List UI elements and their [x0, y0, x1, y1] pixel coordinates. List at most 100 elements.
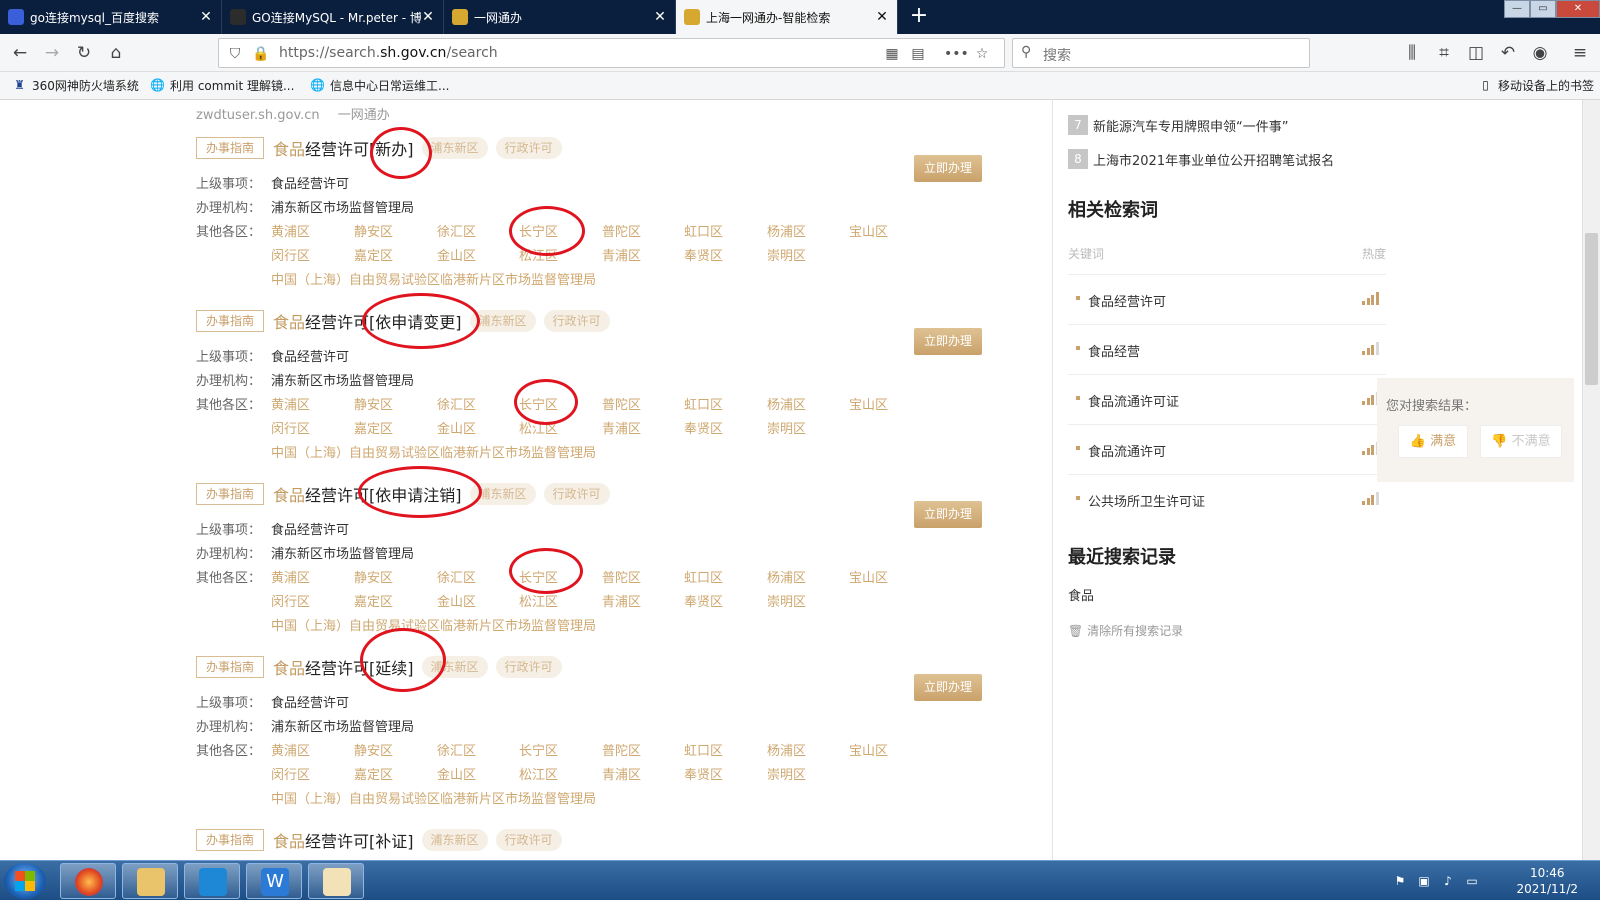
district-link[interactable]: 青浦区 [602, 591, 641, 610]
district-link[interactable]: 奉贤区 [684, 764, 723, 783]
bookmark-ops[interactable]: 🌐 信息中心日常运维工... [310, 77, 449, 94]
new-tab-button[interactable]: + [906, 4, 932, 30]
bookmark-firewall[interactable]: ♜ 360网神防火墙系统 [12, 77, 139, 94]
bookmark-star-icon[interactable]: ☆ [972, 44, 992, 64]
district-link-ftz[interactable]: 中国（上海）自由贸易试验区临港新片区市场监督管理局 [271, 788, 596, 807]
forward-icon[interactable]: → [40, 41, 64, 65]
district-link[interactable]: 徐汇区 [437, 567, 476, 586]
district-link[interactable]: 普陀区 [602, 740, 641, 759]
district-link[interactable]: 宝山区 [849, 740, 888, 759]
district-link[interactable]: 闵行区 [271, 764, 310, 783]
network-icon[interactable]: ▣ [1416, 873, 1432, 889]
district-link[interactable]: 虹口区 [684, 567, 723, 586]
address-bar[interactable]: ⛉ 🔒 https://search.sh.gov.cn/search ▦ ▤ … [218, 38, 1005, 68]
district-link[interactable]: 黄浦区 [271, 740, 310, 759]
taskbar-vscode[interactable] [184, 863, 240, 899]
district-link[interactable]: 崇明区 [767, 418, 806, 437]
district-link[interactable]: 徐汇区 [437, 740, 476, 759]
system-clock[interactable]: 10:46 2021/11/2 [1516, 865, 1578, 897]
related-term-row[interactable]: 食品经营 [1068, 324, 1386, 374]
tab-smart-search[interactable]: 上海一网通办-智能检索 ✕ [676, 0, 898, 34]
district-link[interactable]: 金山区 [437, 245, 476, 264]
reload-icon[interactable]: ↻ [72, 41, 96, 65]
close-tab-icon[interactable]: ✕ [199, 9, 213, 25]
taskbar-firefox[interactable] [60, 863, 116, 899]
district-link-ftz[interactable]: 中国（上海）自由贸易试验区临港新片区市场监督管理局 [271, 269, 596, 288]
lock-icon[interactable]: 🔒 [251, 44, 271, 64]
district-link[interactable]: 普陀区 [602, 394, 641, 413]
district-link[interactable]: 徐汇区 [437, 394, 476, 413]
account-icon[interactable]: ◉ [1528, 41, 1552, 65]
district-link[interactable]: 宝山区 [849, 567, 888, 586]
result-title[interactable]: 食品经营许可[延续] [273, 655, 414, 679]
qr-code-icon[interactable]: ▦ [882, 44, 902, 64]
minimize-button[interactable]: — [1504, 0, 1530, 18]
district-link[interactable]: 青浦区 [602, 245, 641, 264]
start-button[interactable] [4, 863, 46, 899]
district-link[interactable]: 崇明区 [767, 245, 806, 264]
apply-now-button[interactable]: 立即办理 [914, 674, 982, 701]
menu-icon[interactable]: ≡ [1568, 41, 1592, 65]
district-link[interactable]: 黄浦区 [271, 567, 310, 586]
tab-yiwangtongban[interactable]: 一网通办 ✕ [444, 0, 676, 34]
shield-icon[interactable]: ⛉ [225, 44, 245, 64]
volume-icon[interactable]: ♪ [1440, 873, 1456, 889]
district-link[interactable]: 青浦区 [602, 764, 641, 783]
district-link-ftz[interactable]: 中国（上海）自由贸易试验区临港新片区市场监督管理局 [271, 442, 596, 461]
district-link[interactable]: 杨浦区 [767, 740, 806, 759]
related-term-row[interactable]: 食品流通许可 [1068, 424, 1386, 474]
district-link[interactable]: 杨浦区 [767, 221, 806, 240]
district-link[interactable]: 长宁区 [519, 567, 558, 586]
back-icon[interactable]: ← [8, 41, 32, 65]
district-link[interactable]: 奉贤区 [684, 245, 723, 264]
result-title[interactable]: 食品经营许可[依申请变更] [273, 309, 462, 333]
district-link[interactable]: 崇明区 [767, 591, 806, 610]
screenshot-icon[interactable]: ⌗ [1432, 41, 1456, 65]
home-icon[interactable]: ⌂ [104, 41, 128, 65]
window-close-button[interactable]: ✕ [1556, 0, 1600, 18]
clear-history-link[interactable]: 🗑 清除所有搜索记录 [1068, 622, 1183, 639]
close-tab-icon[interactable]: ✕ [875, 9, 889, 25]
district-link[interactable]: 杨浦区 [767, 394, 806, 413]
taskbar-paint[interactable] [308, 863, 364, 899]
undo-icon[interactable]: ↶ [1496, 41, 1520, 65]
sidebar-icon[interactable]: ◫ [1464, 41, 1488, 65]
apply-now-button[interactable]: 立即办理 [914, 155, 982, 182]
more-actions-icon[interactable]: ••• [944, 44, 969, 64]
district-link[interactable]: 闵行区 [271, 591, 310, 610]
result-title[interactable]: 食品经营许可[补证] [273, 828, 414, 852]
district-link[interactable]: 闵行区 [271, 245, 310, 264]
display-icon[interactable]: ▭ [1464, 873, 1480, 889]
close-tab-icon[interactable]: ✕ [653, 9, 667, 25]
tab-baidu[interactable]: go连接mysql_百度搜索 ✕ [0, 0, 222, 34]
apply-now-button[interactable]: 立即办理 [914, 328, 982, 355]
district-link[interactable]: 杨浦区 [767, 567, 806, 586]
district-link[interactable]: 松江区 [519, 591, 558, 610]
district-link[interactable]: 松江区 [519, 245, 558, 264]
url-text[interactable]: https://search.sh.gov.cn/search [279, 45, 498, 61]
district-link[interactable]: 嘉定区 [354, 591, 393, 610]
district-link[interactable]: 徐汇区 [437, 221, 476, 240]
hot-search-item[interactable]: 7 新能源汽车专用牌照申领“一件事” [1068, 115, 1288, 135]
district-link[interactable]: 长宁区 [519, 221, 558, 240]
district-link[interactable]: 黄浦区 [271, 221, 310, 240]
search-input[interactable]: ⚲ 搜索 [1012, 38, 1310, 68]
district-link[interactable]: 金山区 [437, 591, 476, 610]
taskbar-wps[interactable]: W [246, 863, 302, 899]
district-link[interactable]: 金山区 [437, 418, 476, 437]
district-link[interactable]: 普陀区 [602, 567, 641, 586]
page-scrollbar[interactable] [1582, 100, 1600, 860]
unsatisfied-button[interactable]: 👎 不满意 [1480, 425, 1562, 458]
satisfied-button[interactable]: 👍 满意 [1398, 425, 1468, 458]
district-link[interactable]: 虹口区 [684, 394, 723, 413]
district-link[interactable]: 崇明区 [767, 764, 806, 783]
action-center-icon[interactable]: ⚑ [1392, 873, 1408, 889]
result-title[interactable]: 食品经营许可[依申请注销] [273, 482, 462, 506]
district-link[interactable]: 奉贤区 [684, 418, 723, 437]
district-link[interactable]: 黄浦区 [271, 394, 310, 413]
mobile-bookmarks[interactable]: ▯ 移动设备上的书签 [1478, 77, 1594, 94]
district-link[interactable]: 静安区 [354, 394, 393, 413]
district-link[interactable]: 嘉定区 [354, 245, 393, 264]
district-link[interactable]: 宝山区 [849, 394, 888, 413]
district-link[interactable]: 普陀区 [602, 221, 641, 240]
